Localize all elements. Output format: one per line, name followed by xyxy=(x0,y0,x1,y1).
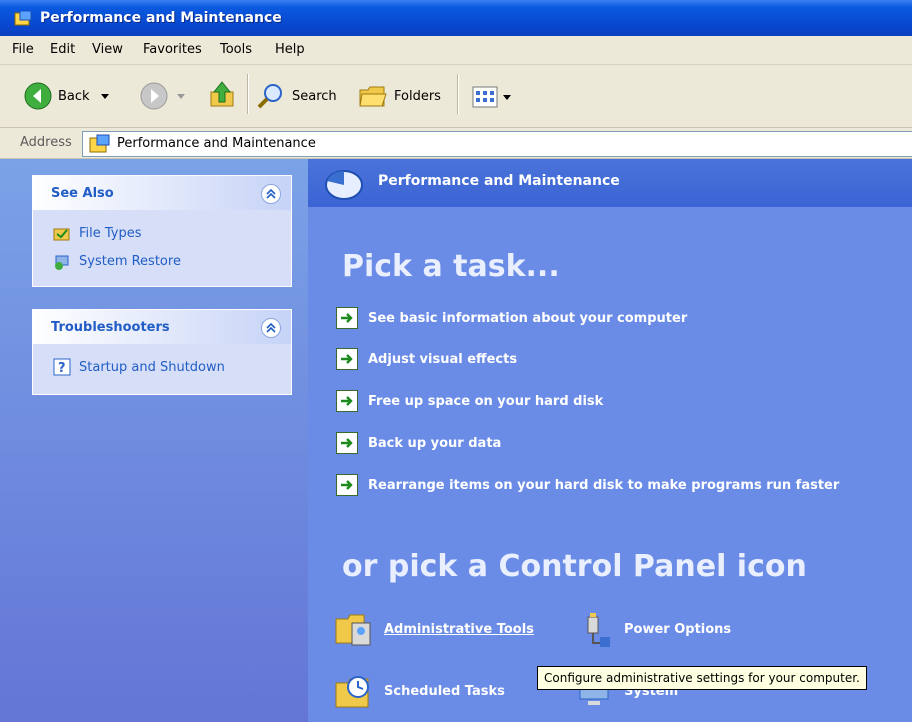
up-folder-icon xyxy=(210,81,234,107)
troubleshooter-startup-shutdown[interactable]: ? Startup and Shutdown xyxy=(53,358,225,376)
search-button[interactable]: Search xyxy=(256,82,337,110)
power-options-icon xyxy=(587,613,610,647)
control-panel-icon xyxy=(14,11,32,26)
menu-favorites[interactable]: Favorites xyxy=(143,42,202,57)
svg-text:?: ? xyxy=(58,361,66,376)
task-rearrange-items[interactable]: Rearrange items on your hard disk to mak… xyxy=(336,474,839,496)
menu-tools[interactable]: Tools xyxy=(220,42,252,57)
green-arrow-icon xyxy=(336,348,358,370)
folders-icon xyxy=(359,86,387,107)
back-button[interactable]: Back xyxy=(24,82,110,110)
see-also-title: See Also xyxy=(51,186,114,201)
tooltip: Configure administrative settings for yo… xyxy=(537,666,867,690)
forward-button[interactable] xyxy=(140,82,186,110)
icon-power-options[interactable]: Power Options xyxy=(574,609,731,649)
see-also-system-restore[interactable]: System Restore xyxy=(53,252,181,270)
pick-task-heading: Pick a task... xyxy=(342,249,560,284)
icon-administrative-tools[interactable]: Administrative Tools xyxy=(334,609,534,649)
control-panel-icon xyxy=(89,134,110,153)
see-also-panel: See Also File Types System Restore xyxy=(32,175,292,287)
task-free-up-space[interactable]: Free up space on your hard disk xyxy=(336,390,603,412)
search-icon xyxy=(257,84,282,109)
administrative-tools-icon xyxy=(335,614,371,646)
title-bar: Performance and Maintenance xyxy=(0,0,912,36)
troubleshooters-title: Troubleshooters xyxy=(51,320,170,335)
address-field[interactable]: Performance and Maintenance xyxy=(82,131,912,157)
performance-pie-icon xyxy=(325,170,363,200)
back-arrow-icon xyxy=(24,82,52,110)
address-bar: Address Performance and Maintenance xyxy=(0,128,912,159)
green-arrow-icon xyxy=(336,432,358,454)
dropdown-arrow-icon[interactable] xyxy=(100,91,110,101)
system-restore-icon xyxy=(55,255,69,270)
menu-help[interactable]: Help xyxy=(275,42,305,57)
green-arrow-icon xyxy=(336,390,358,412)
scheduled-tasks-icon xyxy=(335,676,369,708)
help-question-icon: ? xyxy=(53,358,71,376)
forward-arrow-icon xyxy=(140,82,168,110)
toolbar xyxy=(0,65,912,128)
window-title: Performance and Maintenance xyxy=(40,10,282,26)
menu-bar: File Edit View Favorites Tools Help xyxy=(0,36,912,65)
see-also-file-types[interactable]: File Types xyxy=(53,224,142,242)
dropdown-arrow-icon[interactable] xyxy=(176,91,186,101)
views-button[interactable] xyxy=(472,86,512,108)
address-value: Performance and Maintenance xyxy=(117,136,316,151)
address-label: Address xyxy=(20,135,72,150)
green-arrow-icon xyxy=(336,474,358,496)
troubleshooters-header[interactable]: Troubleshooters xyxy=(33,310,291,344)
category-title: Performance and Maintenance xyxy=(378,173,620,189)
task-pane: See Also File Types System Restore Troub… xyxy=(0,159,308,722)
task-back-up-data[interactable]: Back up your data xyxy=(336,432,501,454)
task-adjust-visual-effects[interactable]: Adjust visual effects xyxy=(336,348,517,370)
pick-icon-heading: or pick a Control Panel icon xyxy=(342,549,807,584)
menu-view[interactable]: View xyxy=(92,42,123,57)
collapse-icon[interactable] xyxy=(261,184,281,204)
main-content: Performance and Maintenance Pick a task.… xyxy=(308,159,912,722)
views-grid-icon xyxy=(472,86,498,108)
dropdown-arrow-icon[interactable] xyxy=(502,92,512,102)
menu-edit[interactable]: Edit xyxy=(50,42,75,57)
menu-file[interactable]: File xyxy=(12,42,34,57)
see-also-header[interactable]: See Also xyxy=(33,176,291,210)
icon-scheduled-tasks[interactable]: Scheduled Tasks xyxy=(334,671,505,711)
troubleshooters-panel: Troubleshooters ? Startup and Shutdown xyxy=(32,309,292,395)
category-header: Performance and Maintenance xyxy=(308,159,912,207)
task-see-basic-info[interactable]: See basic information about your compute… xyxy=(336,307,687,329)
folders-button[interactable]: Folders xyxy=(358,82,441,110)
up-folder-button[interactable] xyxy=(208,80,238,110)
file-types-icon xyxy=(53,228,70,241)
green-arrow-icon xyxy=(336,307,358,329)
collapse-icon[interactable] xyxy=(261,318,281,338)
